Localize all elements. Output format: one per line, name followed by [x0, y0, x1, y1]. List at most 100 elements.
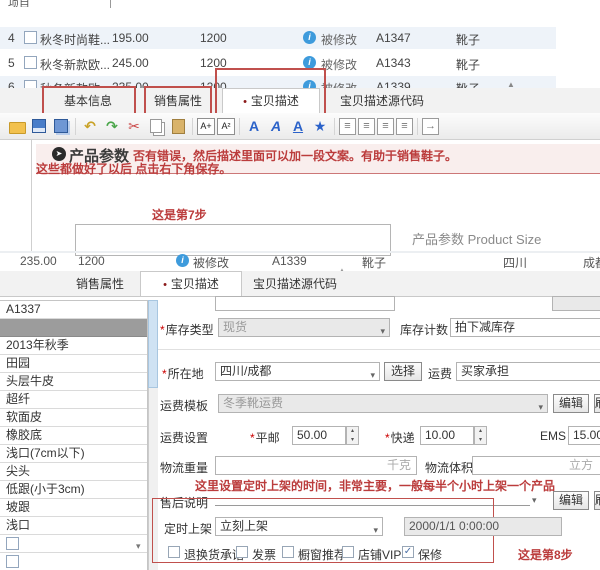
sidebar-item-empty[interactable] — [0, 535, 147, 553]
pingyou-spinner[interactable]: ▴ ▾ — [346, 426, 359, 445]
category-cell: 靴子 — [456, 33, 481, 47]
cut-input[interactable] — [215, 296, 395, 311]
template-value: 冬季靴运费 — [223, 396, 284, 410]
info-icon: i — [176, 254, 189, 267]
copy-icon[interactable] — [146, 116, 166, 136]
choose-button[interactable]: 选择 — [384, 362, 422, 381]
spinner-down-icon[interactable]: ▾ — [479, 437, 482, 443]
spinner-down-icon[interactable]: ▾ — [351, 437, 354, 443]
tab-description-source[interactable]: 宝贝描述源代码 — [240, 275, 350, 292]
template-select[interactable]: 冬季靴运费 ▾ — [218, 394, 548, 413]
save-glyph — [32, 119, 46, 133]
align-right-icon[interactable]: ≡ — [377, 117, 394, 135]
sidebar-item[interactable]: 低跟(小于3cm) — [0, 481, 147, 499]
pingyou-input[interactable]: 50.00 — [292, 426, 346, 445]
row-checkbox[interactable] — [24, 31, 37, 44]
edit-button[interactable]: 编辑 — [553, 491, 589, 510]
checkbox-warranty[interactable]: ✓ — [402, 546, 414, 558]
sidebar-item[interactable]: 软面皮 — [0, 409, 147, 427]
editor-toolbar: ↶ ↷ ✂ A+ A² A A A ★ ≡ ≡ ≡ ≡ → — [0, 113, 600, 140]
italic-icon[interactable]: A — [266, 116, 286, 136]
top-fragment-label: 项目 — [8, 0, 30, 7]
star-icon[interactable]: ★ — [310, 116, 330, 136]
checkbox-shop-vip[interactable] — [342, 546, 354, 558]
express-input[interactable]: 10.00 — [420, 426, 474, 445]
ems-input[interactable]: 15.00 — [568, 426, 600, 445]
qty-cell: 1200 — [200, 31, 227, 45]
bold-icon[interactable]: A — [244, 116, 264, 136]
checkbox-return-promise[interactable] — [168, 546, 180, 558]
indent-icon[interactable]: → — [422, 117, 439, 135]
sidebar-item[interactable]: A1337 — [0, 301, 147, 319]
tab-description-source[interactable]: 宝贝描述源代码 — [332, 92, 432, 109]
save-icon[interactable] — [29, 116, 49, 136]
edit-button[interactable]: 编辑 — [553, 394, 589, 413]
sidebar-scrollbar-thumb[interactable] — [148, 300, 158, 388]
city-cell: 成都 — [583, 256, 600, 269]
volume-input[interactable]: 立方 — [472, 456, 600, 475]
weight-input[interactable]: 千克 — [215, 456, 417, 475]
location-select[interactable]: 四川/成都 ▾ — [215, 362, 380, 381]
underline-icon[interactable]: A — [288, 116, 308, 136]
sidebar-item[interactable]: 尖头 — [0, 463, 147, 481]
freight-input[interactable]: 买家承担 — [456, 362, 600, 381]
checkbox-invoice[interactable] — [236, 546, 248, 558]
ems-label: EMS — [540, 429, 567, 443]
save-all-glyph — [54, 119, 68, 133]
sidebar-item[interactable]: 坡跟 — [0, 499, 147, 517]
status-cell: 被修改 — [321, 58, 358, 72]
checkbox-window-recommend[interactable] — [282, 546, 294, 558]
editor-left-border — [31, 140, 32, 252]
paste-icon[interactable] — [168, 116, 188, 136]
location-label: 所在地 — [167, 367, 204, 381]
align-left-icon[interactable]: ≡ — [339, 117, 356, 135]
schedule-time-input[interactable]: 2000/1/1 0:00:00 — [404, 517, 562, 536]
align-justify-icon[interactable]: ≡ — [396, 117, 413, 135]
refresh-button[interactable]: 刷新 — [594, 394, 600, 413]
cut-input-grey — [552, 296, 600, 311]
stock-count-input[interactable]: 拍下减库存 — [450, 318, 600, 337]
checkbox-label: 橱窗推荐 — [298, 548, 347, 562]
tab-item-description[interactable]: • 宝贝描述 — [140, 271, 242, 296]
checkbox-label: 退换货承诺 — [184, 548, 245, 562]
sidebar-item[interactable]: 浅口 — [0, 517, 147, 535]
code-cell: A1347 — [376, 31, 411, 45]
open-icon[interactable] — [7, 116, 27, 136]
font-increase-icon[interactable]: A+ — [197, 117, 215, 135]
align-center-icon[interactable]: ≡ — [358, 117, 375, 135]
express-spinner[interactable]: ▴ ▾ — [474, 426, 487, 445]
sidebar-dropdown-arrow-icon[interactable]: ▾ — [136, 541, 141, 552]
schedule-value: 立刻上架 — [220, 519, 269, 533]
save-all-icon[interactable] — [51, 116, 71, 136]
superscript-icon[interactable]: A² — [217, 117, 235, 135]
step8-label: 这是第8步 — [518, 548, 573, 562]
express-label: 快递 — [390, 431, 415, 445]
form-divider — [158, 349, 600, 350]
paste-glyph — [171, 118, 185, 134]
sidebar-item-selected[interactable] — [0, 319, 147, 337]
spinner-up-icon[interactable]: ▴ — [479, 428, 482, 434]
code-cell: A1343 — [376, 56, 411, 70]
price-cell: 235.00 — [20, 254, 57, 268]
sidebar-item[interactable]: 2013年秋季 — [0, 337, 147, 355]
stock-type-value: 现货 — [223, 320, 248, 334]
table-row[interactable]: 4 秋冬时尚鞋... 195.00 1200 i 被修改 A1347 靴子 — [0, 27, 556, 49]
folder-glyph — [8, 122, 26, 134]
sidebar-item-empty[interactable] — [0, 553, 147, 570]
undo-icon[interactable]: ↶ — [80, 116, 100, 136]
redo-icon[interactable]: ↷ — [102, 116, 122, 136]
sidebar-item[interactable]: 超纤 — [0, 391, 147, 409]
schedule-select[interactable]: 立刻上架 ▾ — [215, 517, 383, 536]
refresh-button[interactable]: 刷新 — [594, 491, 600, 510]
spinner-up-icon[interactable]: ▴ — [351, 428, 354, 434]
tab-sale-attrs[interactable]: 销售属性 — [60, 275, 140, 292]
sidebar-item[interactable]: 头层牛皮 — [0, 373, 147, 391]
info-icon[interactable]: i — [303, 31, 316, 44]
cut-icon[interactable]: ✂ — [124, 116, 144, 136]
stock-type-select[interactable]: 现货 ▾ — [218, 318, 390, 337]
sidebar-item[interactable]: 田园 — [0, 355, 147, 373]
sidebar-item[interactable]: 浅口(7cm以下) — [0, 445, 147, 463]
row-checkbox[interactable] — [24, 56, 37, 69]
sidebar-item[interactable]: 橡胶底 — [0, 427, 147, 445]
chevron-down-icon[interactable]: ▾ — [532, 495, 537, 506]
